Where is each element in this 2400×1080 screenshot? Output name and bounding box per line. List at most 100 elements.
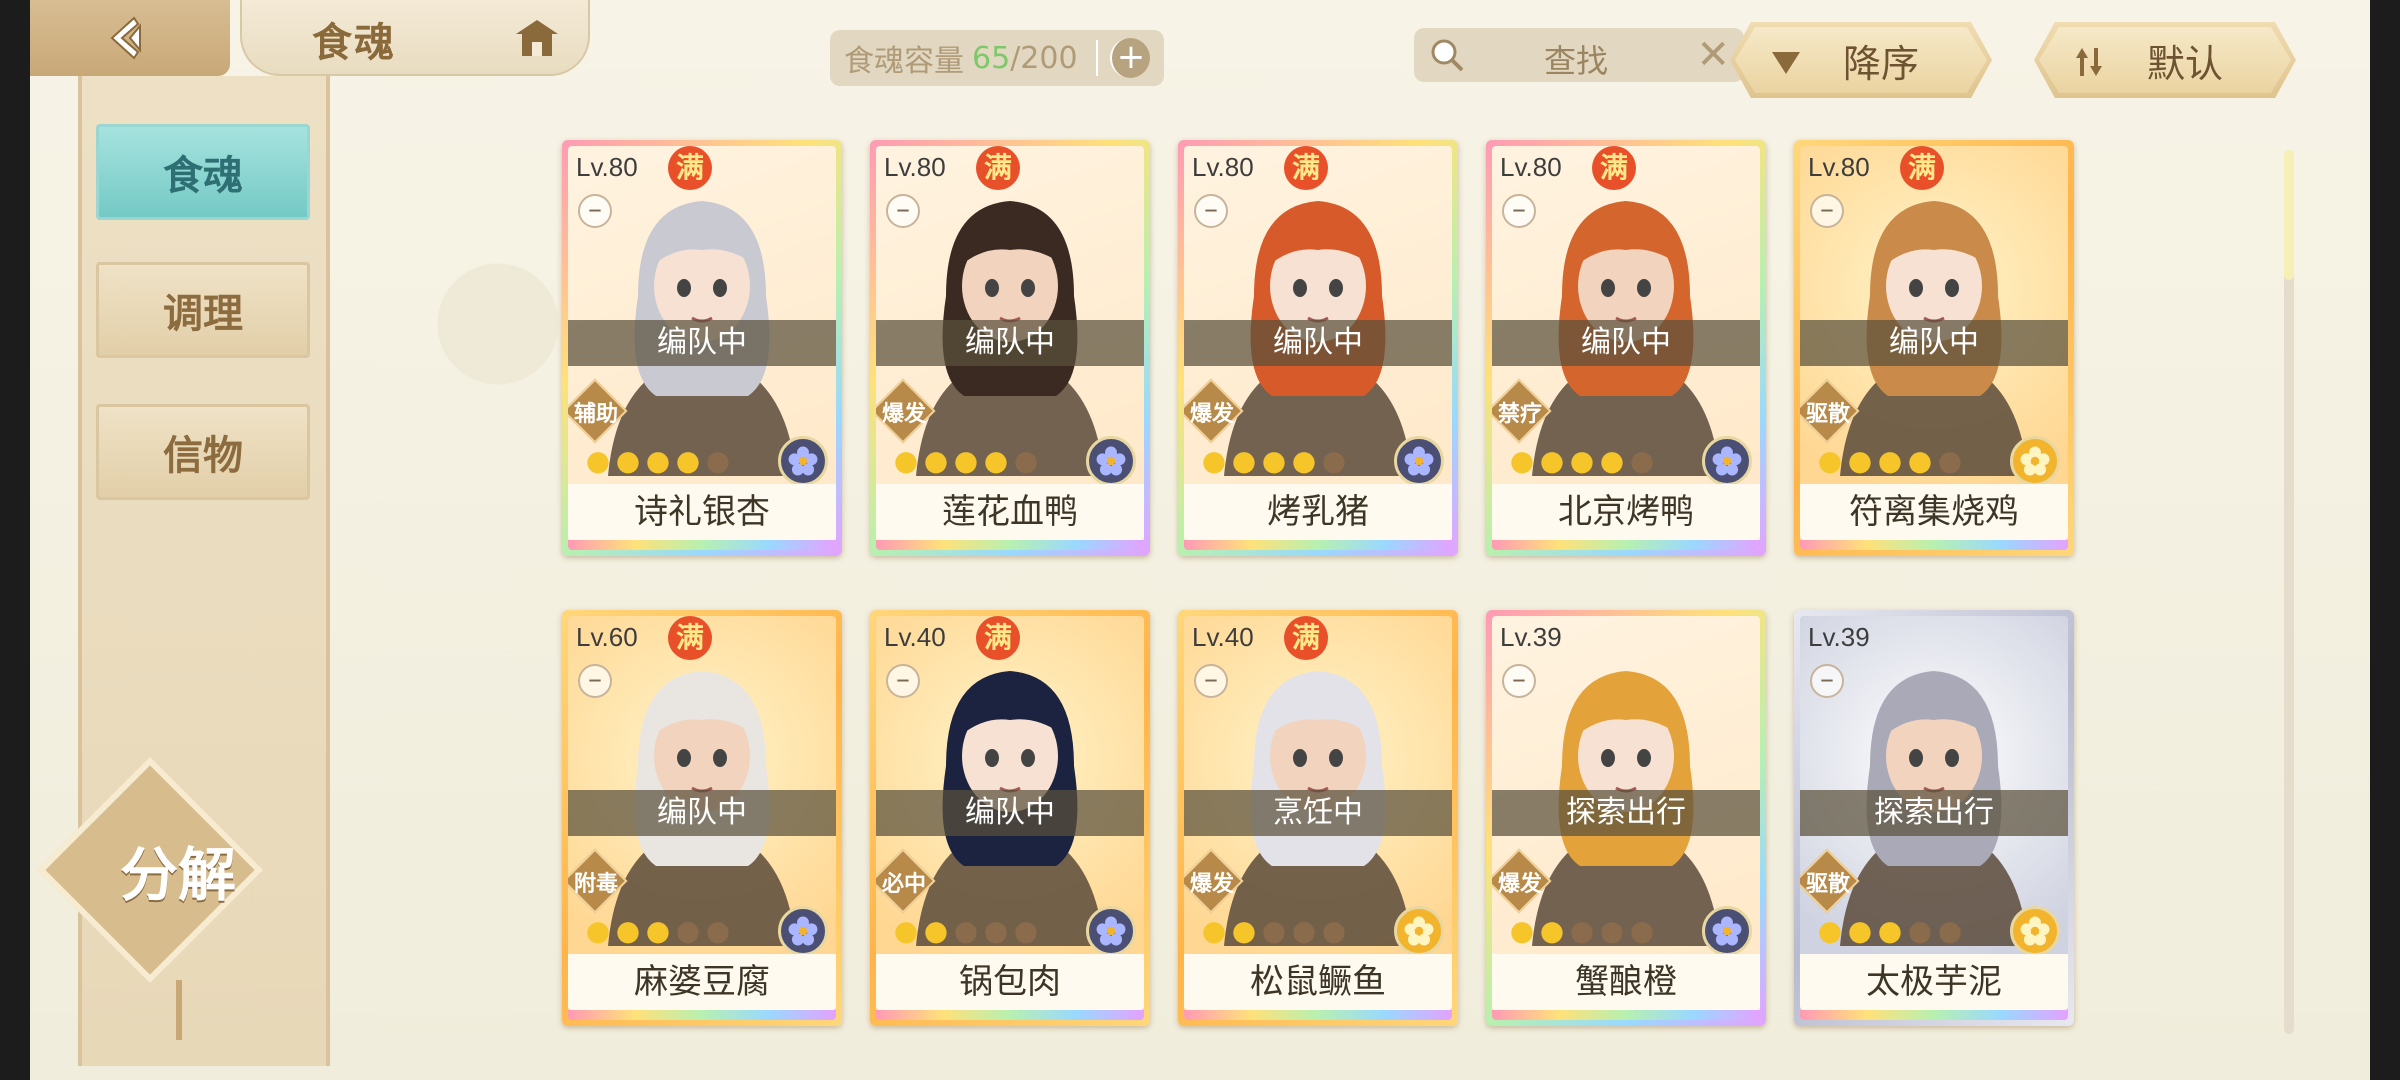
max-level-badge: 满 xyxy=(1284,146,1328,190)
search-label: 查找 xyxy=(1544,42,1609,80)
character-card[interactable]: Lv.80 满 – 编队中 爆发 ● ● ● ● ● 莲花血鸭 xyxy=(870,140,1150,556)
star-rating: ● ● ● ● ● xyxy=(892,446,1040,476)
element-flower-icon xyxy=(1086,436,1136,486)
star-empty-icon: ● xyxy=(1261,914,1287,947)
star-empty-icon: ● xyxy=(1291,914,1317,947)
level-label: Lv.40 xyxy=(884,622,946,652)
role-label: 驱散 xyxy=(1805,872,1850,897)
role-tag: 驱散 xyxy=(1800,848,1860,914)
star-rating: ● ● ● ● ● xyxy=(892,916,1040,946)
character-name: 符离集烧鸡 xyxy=(1800,484,2068,540)
star-filled-icon: ● xyxy=(923,444,949,477)
role-tag: 爆发 xyxy=(1492,848,1552,914)
role-label: 爆发 xyxy=(1497,872,1542,897)
star-rating: ● ● ● ● ● xyxy=(1816,446,1964,476)
scrollbar-thumb[interactable] xyxy=(2284,150,2294,280)
divider xyxy=(1096,40,1098,76)
minus-icon[interactable]: – xyxy=(1810,194,1844,228)
star-filled-icon: ● xyxy=(585,444,611,477)
star-empty-icon: ● xyxy=(675,914,701,947)
character-card[interactable]: Lv.39– 探索出行 驱散 ● ● ● ● ● 太极芋泥 xyxy=(1794,610,2074,1026)
character-card[interactable]: Lv.80 满 – 编队中 辅助 ● ● ● ● ● 诗礼银杏 xyxy=(562,140,842,556)
character-card[interactable]: Lv.60 满 – 编队中 附毒 ● ● ● ● ● 麻婆豆腐 xyxy=(562,610,842,1026)
role-label: 必中 xyxy=(881,872,926,897)
star-filled-icon: ● xyxy=(983,444,1009,477)
minus-icon[interactable]: – xyxy=(1502,194,1536,228)
sidebar-item-tokens[interactable]: 信物 xyxy=(96,404,310,500)
card-body: Lv.80 满 – 编队中 爆发 ● ● ● ● ● 烤乳猪 xyxy=(1184,146,1452,550)
role-label: 爆发 xyxy=(881,402,926,427)
card-body: Lv.40 满 – 编队中 必中 ● ● ● ● ● 锅包肉 xyxy=(876,616,1144,1020)
status-label: 编队中 xyxy=(1800,320,2068,366)
clear-search-icon[interactable]: ✕ xyxy=(1696,32,1730,78)
minus-icon[interactable]: – xyxy=(1810,664,1844,698)
star-rating: ● ● ● ● ● xyxy=(1508,446,1656,476)
element-flower-icon xyxy=(778,906,828,956)
sort-arrows-icon xyxy=(2076,48,2102,76)
role-label: 爆发 xyxy=(1189,872,1234,897)
house-icon[interactable] xyxy=(512,16,562,60)
role-tag: 驱散 xyxy=(1800,378,1860,444)
star-rating: ● ● ● ● ● xyxy=(584,916,732,946)
star-filled-icon: ● xyxy=(1291,444,1317,477)
back-button[interactable] xyxy=(30,0,230,76)
card-bottom-trim xyxy=(1184,540,1452,550)
scrollbar[interactable] xyxy=(2284,150,2294,1034)
status-label: 编队中 xyxy=(568,320,836,366)
star-filled-icon: ● xyxy=(893,444,919,477)
minus-icon[interactable]: – xyxy=(1194,664,1228,698)
status-label: 探索出行 xyxy=(1800,790,2068,836)
star-filled-icon: ● xyxy=(675,444,701,477)
level-label: Lv.39 xyxy=(1808,622,1870,652)
role-label: 辅助 xyxy=(573,402,618,427)
star-filled-icon: ● xyxy=(1817,444,1843,477)
card-bottom-trim xyxy=(876,540,1144,550)
star-filled-icon: ● xyxy=(1599,444,1625,477)
element-flower-icon xyxy=(1702,436,1752,486)
star-filled-icon: ● xyxy=(1907,444,1933,477)
minus-icon[interactable]: – xyxy=(886,194,920,228)
level-label: Lv.80 xyxy=(1808,152,1870,182)
minus-icon[interactable]: – xyxy=(1502,664,1536,698)
card-bottom-trim xyxy=(1184,1010,1452,1020)
status-label: 探索出行 xyxy=(1492,790,1760,836)
character-card[interactable]: Lv.80 满 – 编队中 禁疗 ● ● ● ● ● 北京烤鸭 xyxy=(1486,140,1766,556)
max-level-badge: 满 xyxy=(668,616,712,660)
level-label: Lv.80 xyxy=(576,152,638,182)
minus-icon[interactable]: – xyxy=(578,664,612,698)
minus-icon[interactable]: – xyxy=(1194,194,1228,228)
element-flower-icon xyxy=(778,436,828,486)
star-empty-icon: ● xyxy=(1321,444,1347,477)
star-filled-icon: ● xyxy=(1261,444,1287,477)
star-empty-icon: ● xyxy=(1013,914,1039,947)
level-label: Lv.39 xyxy=(1500,622,1562,652)
expand-capacity-button[interactable]: + xyxy=(1110,38,1150,78)
minus-icon[interactable]: – xyxy=(886,664,920,698)
star-rating: ● ● ● ● ● xyxy=(1816,916,1964,946)
character-name: 诗礼银杏 xyxy=(568,484,836,540)
max-level-badge: 满 xyxy=(1592,146,1636,190)
character-card[interactable]: Lv.39– 探索出行 爆发 ● ● ● ● ● 蟹酿橙 xyxy=(1486,610,1766,1026)
star-filled-icon: ● xyxy=(1509,914,1535,947)
star-empty-icon: ● xyxy=(1629,444,1655,477)
star-filled-icon: ● xyxy=(1539,914,1565,947)
character-card[interactable]: Lv.80 满 – 编队中 驱散 ● ● ● ● ● 符离集烧鸡 xyxy=(1794,140,2074,556)
character-card[interactable]: Lv.40 满 – 烹饪中 爆发 ● ● ● ● ● 松鼠鳜鱼 xyxy=(1178,610,1458,1026)
sidebar-item-conditioning[interactable]: 调理 xyxy=(96,262,310,358)
decompose-label[interactable]: 分解 xyxy=(78,828,278,912)
card-bottom-trim xyxy=(568,540,836,550)
star-empty-icon: ● xyxy=(1937,444,1963,477)
sort-order-button[interactable]: 降序 xyxy=(1730,22,1992,98)
element-flower-icon xyxy=(2010,436,2060,486)
minus-icon[interactable]: – xyxy=(578,194,612,228)
level-label: Lv.80 xyxy=(884,152,946,182)
star-filled-icon: ● xyxy=(1231,914,1257,947)
search-box[interactable]: 查找 ✕ xyxy=(1414,28,1744,82)
character-card[interactable]: Lv.40 满 – 编队中 必中 ● ● ● ● ● 锅包肉 xyxy=(870,610,1150,1026)
star-filled-icon: ● xyxy=(1509,444,1535,477)
sidebar-item-food-souls[interactable]: 食魂 xyxy=(96,124,310,220)
capacity-current: 65 xyxy=(972,40,1011,76)
character-card[interactable]: Lv.80 满 – 编队中 爆发 ● ● ● ● ● 烤乳猪 xyxy=(1178,140,1458,556)
sidebar-item-label: 食魂 xyxy=(163,153,243,199)
sort-mode-button[interactable]: 默认 xyxy=(2034,22,2296,98)
